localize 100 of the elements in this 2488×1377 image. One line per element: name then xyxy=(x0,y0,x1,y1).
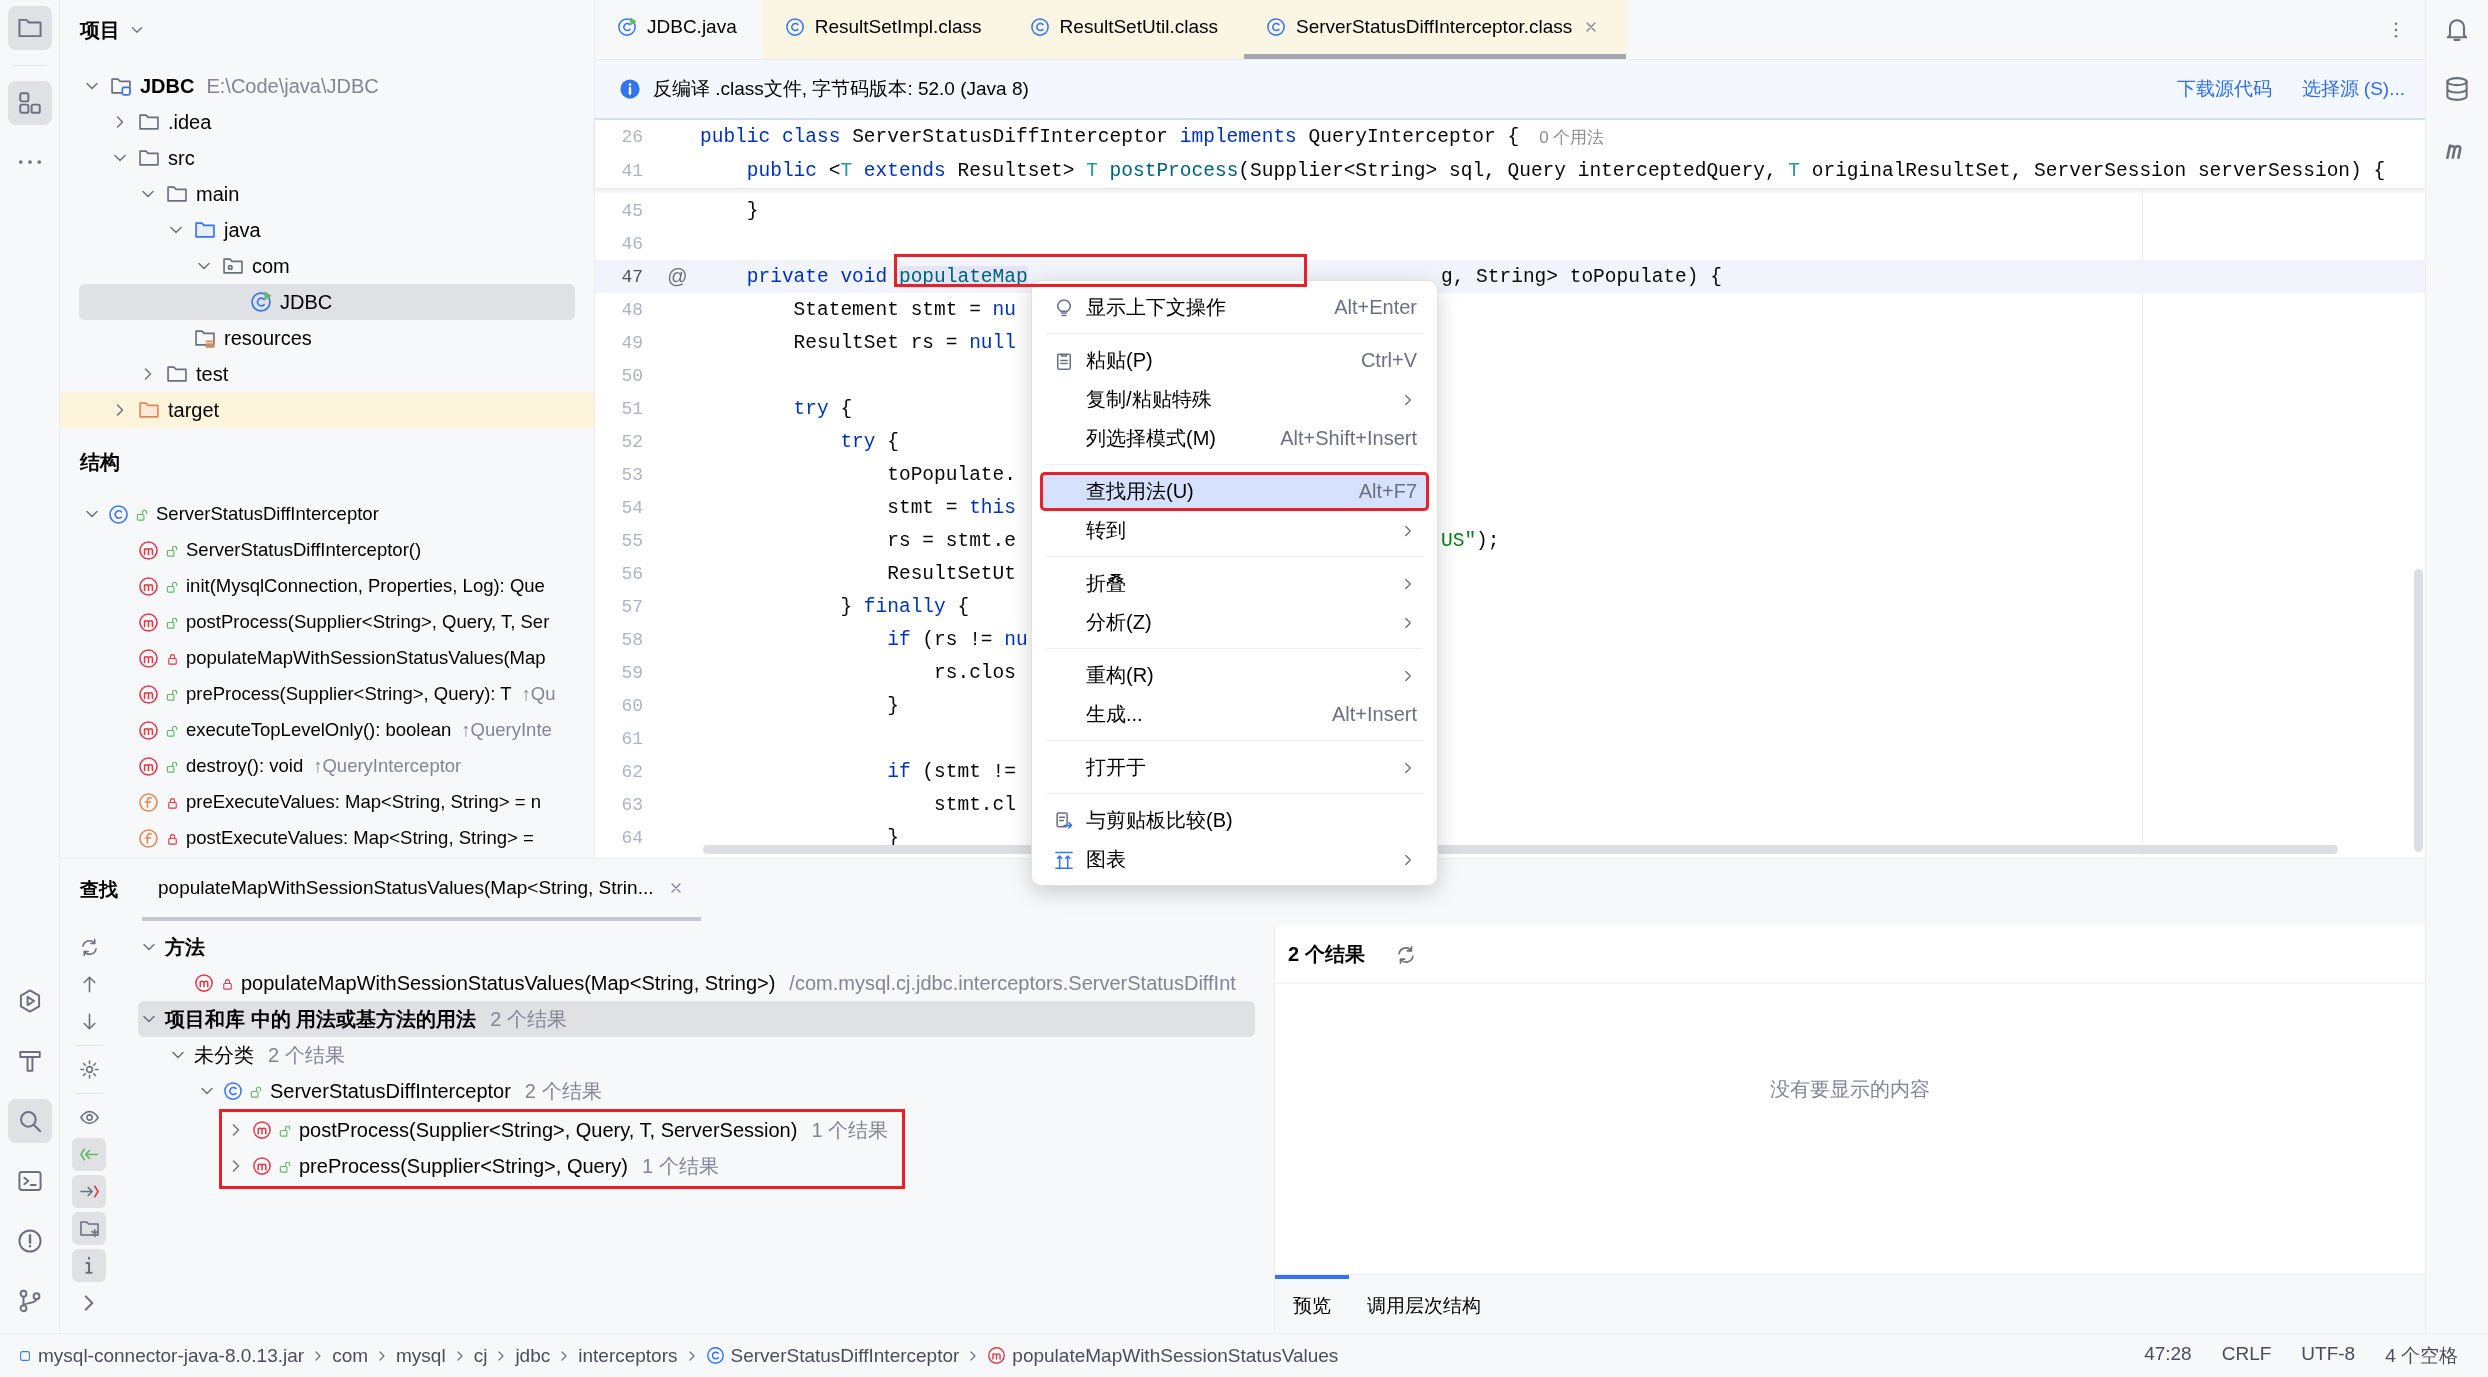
result-row[interactable]: postProcess(Supplier<String>, Query, T, ServerSession) 1 个结果 xyxy=(222,1112,889,1148)
method-icon xyxy=(138,575,159,597)
line-number: 46 xyxy=(620,233,644,254)
structure-item[interactable]: postExecuteValues: Map<String, String> = xyxy=(186,827,534,849)
code-line: Statement stmt = nu xyxy=(792,298,1016,321)
structure-item[interactable]: postProcess(Supplier<String>, Query, T, Ser xyxy=(186,611,550,633)
tree-row[interactable]: JDBC E:\Code\java\JDBC xyxy=(79,68,575,104)
class-icon xyxy=(1266,17,1286,37)
breadcrumb-item[interactable]: mysql-connector-java-8.0.13.jar xyxy=(18,1344,305,1367)
field-icon xyxy=(138,791,159,813)
find-tab[interactable]: populateMapWithSessionStatusValues(Map<String, Strin... xyxy=(142,859,702,921)
read-access-button[interactable] xyxy=(72,1138,106,1171)
result-label: preProcess(Supplier<String>, Query) xyxy=(299,1154,629,1178)
breadcrumb-item[interactable]: interceptors xyxy=(578,1344,678,1367)
result-location: /com.mysql.cj.jdbc.interceptors.ServerStatusDiffInt xyxy=(789,971,1236,995)
code-line: ResultSet rs = null xyxy=(792,331,1016,354)
editor-tab[interactable]: ServerStatusDiffInterceptor.class xyxy=(1244,0,1627,59)
structure-item[interactable]: executeTopLevelOnly(): boolean xyxy=(186,719,452,741)
jar-icon xyxy=(18,1348,32,1363)
result-label: 项目和库 中的 用法或基方法的用法 xyxy=(165,1006,477,1032)
structure-item[interactable]: preProcess(Supplier<String>, Query): T xyxy=(186,683,512,705)
line-number: 53 xyxy=(620,464,644,485)
code-line: if (stmt != xyxy=(886,760,1016,783)
project-button[interactable] xyxy=(7,6,52,50)
menu-item[interactable]: 列选择模式(M) Alt+Shift+Insert xyxy=(1040,419,1429,458)
tree-row[interactable]: test xyxy=(79,356,575,392)
editor-tab[interactable]: ResultSetUtil.class xyxy=(1007,0,1244,59)
menu-item[interactable]: 转到 xyxy=(1040,511,1429,550)
line-number: 58 xyxy=(620,629,644,650)
method-icon xyxy=(138,683,159,705)
layout-icon xyxy=(16,90,43,116)
result-row[interactable]: 项目和库 中的 用法或基方法的用法 2 个结果 xyxy=(138,1001,1255,1037)
menu-item[interactable]: 图表 xyxy=(1040,840,1429,879)
code-line: } xyxy=(745,199,759,222)
breadcrumb-item[interactable]: com xyxy=(332,1344,369,1367)
breadcrumb-item[interactable]: ServerStatusDiffInterceptor xyxy=(705,1344,960,1367)
structure-item[interactable]: ServerStatusDiffInterceptor xyxy=(156,503,379,525)
tree-row[interactable]: target xyxy=(60,392,594,428)
result-row[interactable]: 方法 xyxy=(138,929,1255,965)
banner-link[interactable]: 下载源代码 xyxy=(2176,76,2272,102)
tree-row[interactable]: java xyxy=(79,212,575,248)
usage-hint[interactable]: 0 个用法 xyxy=(1539,125,1605,149)
status-item[interactable]: 47:28 xyxy=(2144,1342,2192,1369)
tree-row[interactable]: com xyxy=(79,248,575,284)
breadcrumb-item[interactable]: jdbc xyxy=(515,1344,551,1367)
method-icon xyxy=(138,719,159,741)
breadcrumb-item[interactable]: mysql xyxy=(396,1344,446,1367)
line-number: 63 xyxy=(620,794,644,815)
structure-item[interactable]: ServerStatusDiffInterceptor() xyxy=(186,539,422,561)
menu-item[interactable]: 复制/粘贴特殊 xyxy=(1040,380,1429,419)
tree-label: src xyxy=(168,146,195,170)
folder-icon xyxy=(138,111,160,133)
breadcrumb-item[interactable]: cj xyxy=(473,1344,488,1367)
result-row[interactable]: 未分类 2 个结果 xyxy=(138,1037,1255,1073)
status-item[interactable]: UTF-8 xyxy=(2301,1342,2356,1369)
banner-link[interactable]: 选择源 (S)... xyxy=(2301,76,2405,102)
result-label: populateMapWithSessionStatusValues(Map<String, String>) xyxy=(241,971,776,995)
tree-row[interactable]: src xyxy=(79,140,575,176)
gutter-marker[interactable]: @ xyxy=(667,265,688,288)
menu-item[interactable]: 查找用法(U) Alt+F7 xyxy=(1040,472,1429,511)
menu-item[interactable]: 折叠 xyxy=(1040,564,1429,603)
search-button[interactable] xyxy=(7,1099,52,1143)
write-access-button[interactable] xyxy=(72,1175,106,1208)
tree-row[interactable]: main xyxy=(79,176,575,212)
menu-item[interactable]: 打开于 xyxy=(1040,748,1429,787)
line-number: 62 xyxy=(620,761,644,782)
info-icon xyxy=(619,78,641,100)
tree-row[interactable]: .idea xyxy=(79,104,575,140)
tree-label: test xyxy=(196,362,229,386)
menu-item[interactable]: 粘贴(P) Ctrl+V xyxy=(1040,341,1429,380)
info-button[interactable] xyxy=(72,1249,106,1282)
structure-item[interactable]: destroy(): void xyxy=(186,755,304,777)
tree-label: com xyxy=(252,254,290,278)
class-icon xyxy=(108,503,129,525)
scrollbar-thumb[interactable] xyxy=(2414,569,2423,852)
menu-item[interactable]: 分析(Z) xyxy=(1040,603,1429,642)
structure-button[interactable] xyxy=(7,81,52,125)
structure-item[interactable]: populateMapWithSessionStatusValues(Map xyxy=(186,647,546,669)
result-row[interactable]: ServerStatusDiffInterceptor 2 个结果 xyxy=(138,1073,1255,1109)
structure-item[interactable]: preExecuteValues: Map<String, String> = n xyxy=(186,791,541,813)
result-row[interactable]: populateMapWithSessionStatusValues(Map<String, String>) /com.mysql.cj.jdbc.interceptors.ServerStatusDiffInt xyxy=(138,965,1255,1001)
menu-item[interactable]: 重构(R) xyxy=(1040,656,1429,695)
menu-item[interactable]: 显示上下文操作 Alt+Enter xyxy=(1040,288,1429,327)
preview-tab[interactable]: 调用层次结构 xyxy=(1349,1275,1499,1333)
terminal-icon xyxy=(16,1168,43,1194)
tree-row[interactable]: JDBC xyxy=(79,284,575,320)
editor-tab[interactable]: ResultSetImpl.class xyxy=(762,0,1008,59)
status-item[interactable]: 4 个空格 xyxy=(2385,1342,2458,1369)
status-item[interactable]: CRLF xyxy=(2221,1342,2272,1369)
editor-tab[interactable]: JDBC.java xyxy=(595,0,763,59)
panel-title[interactable]: 项目 xyxy=(80,16,120,44)
group-button[interactable] xyxy=(72,1212,106,1245)
menu-item[interactable]: 与剪贴板比较(B) xyxy=(1040,801,1429,840)
method-icon xyxy=(138,539,159,561)
result-row[interactable]: preProcess(Supplier<String>, Query) 1 个结果 xyxy=(222,1148,889,1184)
tree-row[interactable]: resources xyxy=(79,320,575,356)
structure-item[interactable]: init(MysqlConnection, Properties, Log): Que xyxy=(186,575,545,597)
menu-item[interactable]: 生成... Alt+Insert xyxy=(1040,695,1429,734)
tree-label: JDBC xyxy=(140,74,195,98)
breadcrumb-item[interactable]: populateMapWithSessionStatusValues xyxy=(987,1344,1339,1367)
